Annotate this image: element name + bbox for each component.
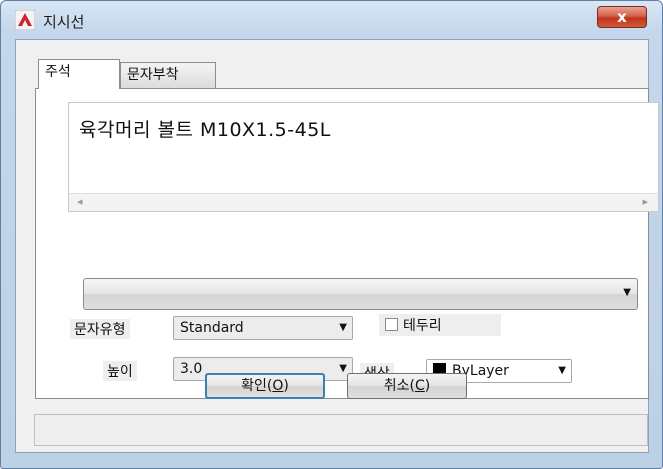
cancel-button[interactable]: 취소(C) [347,373,467,399]
tab-page-annotation: 육각머리 볼트 M10X1.5-45L ◂ ▸ ▼ 문자유형 Standard … [35,88,659,399]
height-value: 3.0 [180,361,203,377]
text-style-value: Standard [180,320,244,336]
frame-checkbox-group[interactable]: 테두리 [379,314,501,336]
text-style-label: 문자유형 [70,319,130,339]
tab-attachment[interactable]: 문자부착 [120,62,216,88]
annotation-text: 육각머리 볼트 M10X1.5-45L [79,119,331,141]
chevron-down-icon: ▼ [339,363,347,374]
tab-attachment-label: 문자부착 [127,67,179,83]
horizontal-scrollbar[interactable]: ◂ ▸ [69,193,658,211]
cancel-button-paren: ) [424,378,431,394]
chevron-down-icon: ▼ [623,287,631,298]
status-bar [34,414,648,446]
tab-annotation[interactable]: 주석 [38,59,120,89]
leader-style-dropdown[interactable]: ▼ [83,278,638,310]
height-label: 높이 [103,361,137,381]
title-bar[interactable]: 지시선 x [1,1,662,37]
ok-button-label: 확인( [241,378,273,394]
close-button[interactable]: x [597,6,647,28]
cancel-button-accesskey: C [414,378,425,394]
chevron-down-icon: ▼ [339,322,347,333]
ok-button[interactable]: 확인(O) [205,373,325,399]
frame-checkbox[interactable] [385,318,398,331]
autocad-app-icon [15,10,35,30]
dialog-client-area: 주석 문자부착 육각머리 볼트 M10X1.5-45L ◂ ▸ ▼ 문자유형 S… [15,39,659,453]
annotation-text-area[interactable]: 육각머리 볼트 M10X1.5-45L ◂ ▸ [68,102,659,212]
scroll-right-arrow-icon[interactable]: ▸ [642,195,648,208]
scroll-left-arrow-icon[interactable]: ◂ [77,195,83,208]
ok-button-accesskey: O [272,378,284,394]
window-title: 지시선 [43,13,85,31]
cancel-button-label: 취소( [383,378,415,394]
chevron-down-icon: ▼ [558,365,566,376]
tab-annotation-label: 주석 [45,64,71,80]
text-style-dropdown[interactable]: Standard ▼ [173,316,353,340]
frame-checkbox-label: 테두리 [403,318,442,334]
ok-button-paren: ) [283,378,289,394]
dialog-window: 지시선 x 주석 문자부착 육각머리 볼트 M10X1.5-45L ◂ ▸ ▼ … [0,0,663,469]
